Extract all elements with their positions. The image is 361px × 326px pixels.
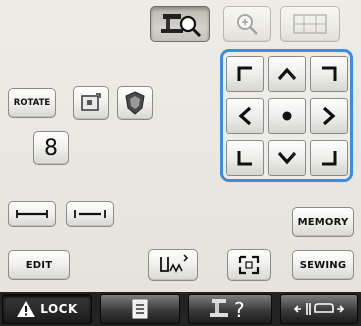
move-right-button[interactable] <box>310 98 348 134</box>
move-up-button[interactable] <box>268 56 306 92</box>
sewing-label: SEWING <box>299 259 347 271</box>
zoom-magnifier-icon <box>237 14 258 35</box>
move-up-right-button[interactable] <box>310 56 348 92</box>
lock-button[interactable]: LOCK <box>2 294 92 324</box>
edit-button[interactable]: EDIT <box>8 250 70 280</box>
thread-density-icon <box>125 91 145 115</box>
zoom-button[interactable] <box>223 6 271 42</box>
corner-down-left-icon <box>237 151 252 166</box>
move-down-left-button[interactable] <box>226 140 264 176</box>
stitch-density-button[interactable] <box>148 249 198 281</box>
frame-grid-button[interactable] <box>280 6 340 42</box>
machine-magnifier-icon <box>161 14 202 38</box>
rotate-button[interactable]: ROTATE <box>8 88 56 118</box>
warning-triangle-icon <box>17 301 36 317</box>
rotate-label: ROTATE <box>13 98 51 108</box>
chevron-up-icon <box>277 67 297 81</box>
move-down-right-button[interactable] <box>310 140 348 176</box>
preview-scan-button[interactable] <box>150 6 210 42</box>
lock-label: LOCK <box>40 302 78 316</box>
move-pad <box>220 49 353 182</box>
corner-up-left-icon <box>237 66 252 81</box>
size-digit: 8 <box>44 135 58 161</box>
help-button[interactable]: ? <box>188 294 272 324</box>
shrink-line-icon <box>16 210 48 218</box>
chevron-down-icon <box>277 151 297 165</box>
move-left-button[interactable] <box>226 98 264 134</box>
flip-mirror-icon <box>81 93 101 111</box>
move-up-left-button[interactable] <box>226 56 264 92</box>
presser-foot-button[interactable] <box>280 294 358 324</box>
edit-label: EDIT <box>25 259 53 271</box>
settings-button[interactable] <box>100 294 180 324</box>
grid-icon <box>293 14 327 34</box>
density-button[interactable] <box>117 86 153 120</box>
svg-text:?: ? <box>234 298 245 321</box>
stretch-button[interactable] <box>66 201 114 227</box>
shrink-button[interactable] <box>8 201 56 227</box>
stitch-density-icon <box>160 254 189 273</box>
settings-list-icon <box>132 299 148 319</box>
move-down-button[interactable] <box>268 140 306 176</box>
corner-up-right-icon <box>322 66 337 81</box>
flip-button[interactable] <box>73 86 109 120</box>
embroidery-edit-panel: ROTATE 8 MEMORY EDIT SEWING LOCK ? <box>0 0 361 326</box>
stretch-line-icon <box>74 210 106 218</box>
machine-help-icon: ? <box>210 298 245 321</box>
size-button[interactable]: 8 <box>33 131 69 165</box>
sewing-button[interactable]: SEWING <box>292 250 354 280</box>
trial-frame-icon <box>238 255 260 275</box>
chevron-left-icon <box>238 106 252 126</box>
trial-frame-button[interactable] <box>227 249 271 281</box>
memory-label: MEMORY <box>297 216 349 228</box>
memory-button[interactable]: MEMORY <box>292 207 354 237</box>
chevron-right-icon <box>322 106 336 126</box>
center-dot-icon <box>282 111 292 121</box>
presser-foot-icon <box>293 303 345 315</box>
move-center-button[interactable] <box>268 98 306 134</box>
corner-down-right-icon <box>322 151 337 166</box>
status-bar: LOCK ? <box>0 292 361 326</box>
